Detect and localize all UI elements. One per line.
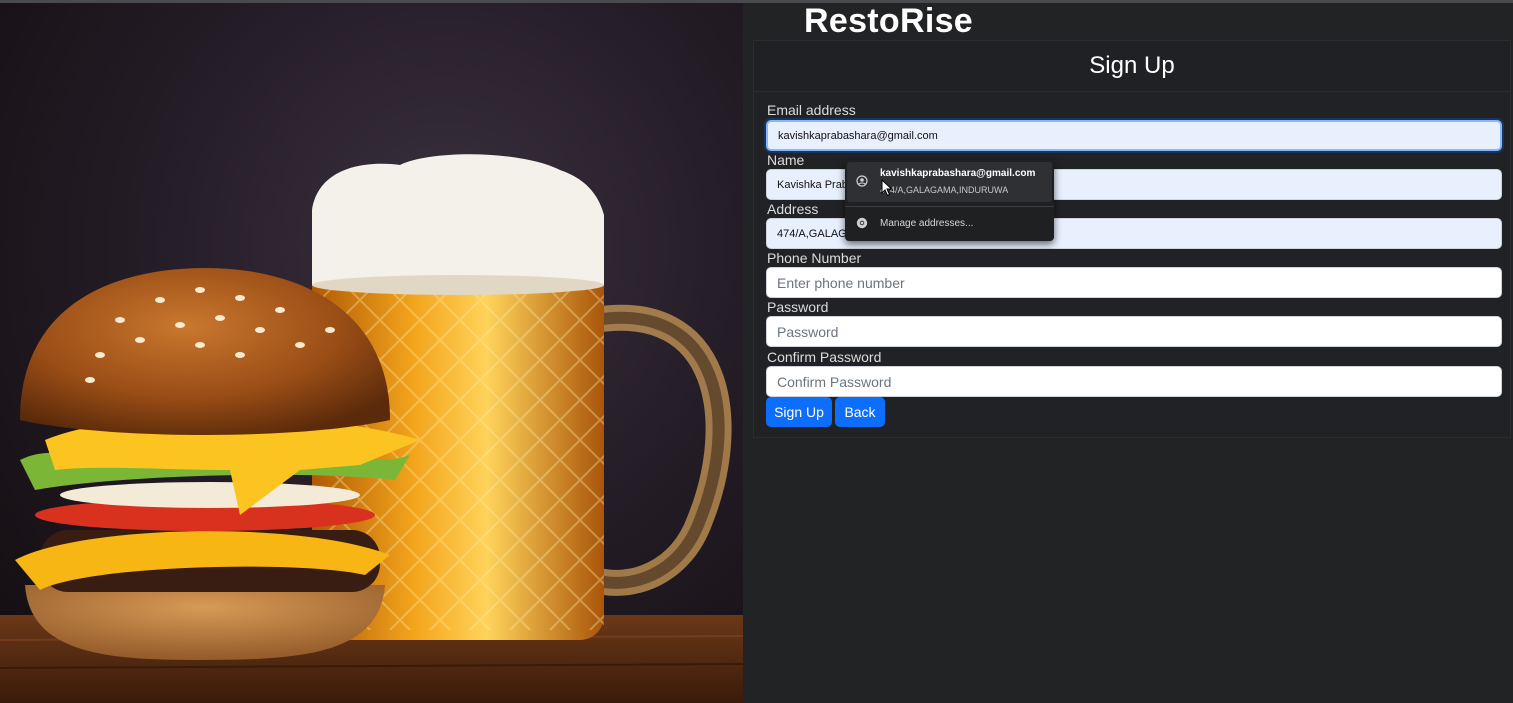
chrome-icon bbox=[856, 217, 868, 229]
autofill-divider bbox=[845, 206, 1054, 207]
mouse-pointer-icon bbox=[881, 179, 893, 197]
email-label: Email address bbox=[767, 102, 856, 118]
password-label: Password bbox=[767, 299, 829, 315]
name-value: Kavishka Prab bbox=[777, 178, 848, 191]
autofill-email: kavishkaprabashara@gmail.com bbox=[880, 168, 1036, 179]
brand-title: RestoRise bbox=[804, 2, 973, 40]
confirm-password-field[interactable]: Confirm Password bbox=[766, 366, 1502, 397]
signup-button[interactable]: Sign Up bbox=[766, 397, 832, 427]
card-header: Sign Up bbox=[754, 41, 1510, 92]
phone-field[interactable]: Enter phone number bbox=[766, 267, 1502, 298]
autofill-address: 474/A,GALAGAMA,INDURUWA bbox=[880, 185, 1009, 195]
address-value: 474/A,GALAG bbox=[777, 227, 847, 240]
page-title: Sign Up bbox=[1089, 52, 1175, 79]
hero-image bbox=[0, 0, 743, 703]
password-placeholder: Password bbox=[777, 323, 839, 340]
burger-beer-illustration bbox=[0, 154, 743, 703]
manage-addresses-link[interactable]: Manage addresses... bbox=[880, 218, 973, 229]
confirm-password-placeholder: Confirm Password bbox=[777, 373, 892, 390]
window-top-border bbox=[0, 0, 1513, 3]
back-button[interactable]: Back bbox=[835, 397, 885, 427]
phone-label: Phone Number bbox=[767, 250, 862, 266]
signup-panel: RestoRise Sign Up Email address kavishka… bbox=[743, 0, 1513, 703]
name-label: Name bbox=[767, 152, 805, 168]
account-circle-icon bbox=[856, 175, 868, 187]
email-field[interactable]: kavishkaprabashara@gmail.com bbox=[766, 120, 1502, 151]
email-value: kavishkaprabashara@gmail.com bbox=[778, 129, 938, 142]
confirm-password-label: Confirm Password bbox=[767, 349, 882, 365]
password-field[interactable]: Password bbox=[766, 316, 1502, 347]
phone-placeholder: Enter phone number bbox=[777, 274, 905, 291]
autofill-popup: kavishkaprabashara@gmail.com 474/A,GALAG… bbox=[845, 160, 1054, 241]
address-label: Address bbox=[767, 201, 819, 217]
